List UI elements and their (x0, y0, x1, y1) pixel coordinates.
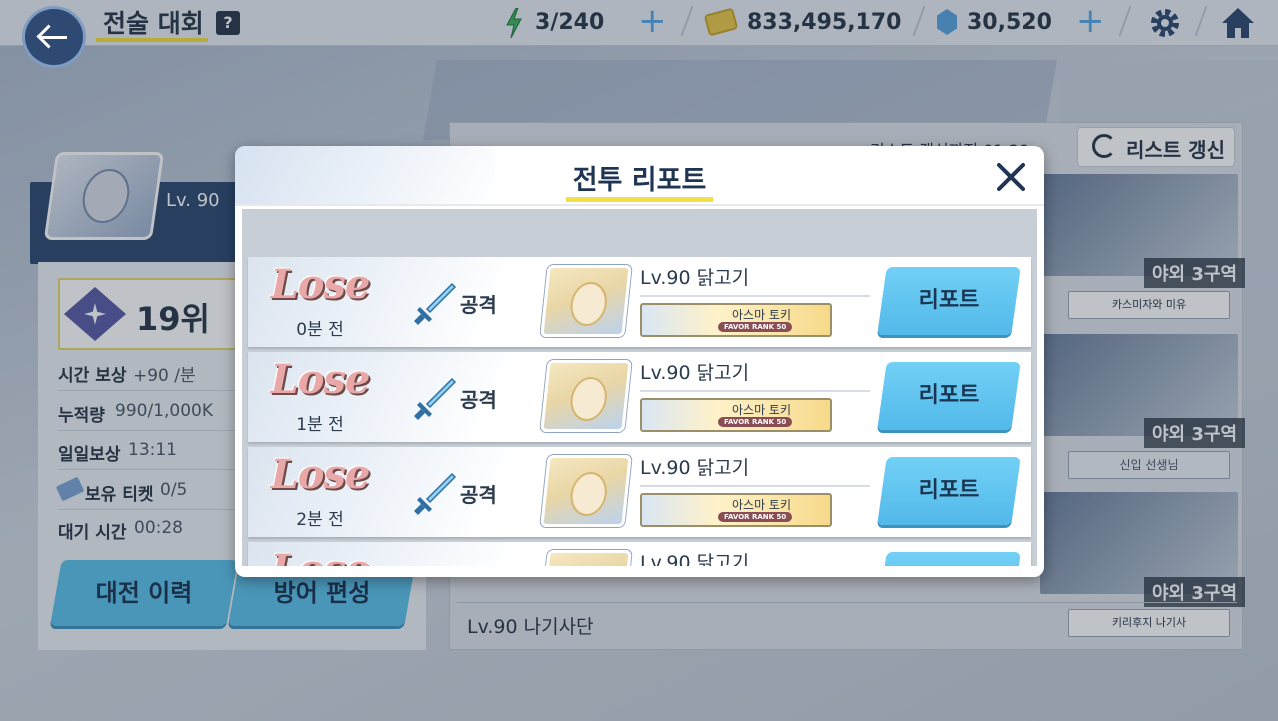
opponent-portrait (540, 550, 632, 566)
back-button[interactable] (22, 6, 86, 68)
report-button-label: 리포트 (918, 478, 980, 503)
battle-type: 공격 (460, 293, 497, 317)
title-underline (566, 197, 713, 202)
battle-type: 공격 (460, 388, 497, 412)
report-row: Lose Lv.90 닭고기 (248, 542, 1031, 566)
favor-rank: FAVOR RANK 50 (718, 512, 793, 522)
result-label: Lose (270, 356, 371, 403)
report-button[interactable]: 리포트 (877, 362, 1021, 430)
opponent-name: Lv.90 닭고기 (640, 552, 750, 566)
time-ago: 2분 전 (296, 510, 344, 530)
favor-rank: FAVOR RANK 50 (718, 417, 793, 427)
report-row: Lose 1분 전 공격 Lv.90 닭고기 아스마 토키 FAVOR RANK… (248, 352, 1031, 442)
report-button[interactable] (877, 552, 1021, 566)
battle-type: 공격 (460, 483, 497, 507)
sword-icon (414, 472, 457, 515)
report-button[interactable]: 리포트 (877, 457, 1021, 525)
sword-icon (414, 282, 457, 325)
result-label: Lose (270, 261, 371, 308)
opponent-portrait (540, 455, 632, 527)
result-label: Lose (270, 546, 371, 566)
result-label: Lose (270, 451, 371, 498)
opponent-portrait (540, 360, 632, 432)
divider (640, 485, 870, 487)
report-button-label: 리포트 (918, 288, 980, 313)
report-list[interactable]: Lose 0분 전 공격 Lv.90 닭고기 아스마 토키 FAVOR RANK… (242, 209, 1037, 566)
battle-report-modal: 전투 리포트 Lose 0분 전 공격 Lv.90 닭고기 아스마 토키 FAV… (235, 146, 1044, 577)
character-name: 아스마 토키 (732, 403, 792, 417)
opponent-name: Lv.90 닭고기 (640, 457, 750, 479)
sword-icon (414, 377, 457, 420)
character-badge: 아스마 토키 FAVOR RANK 50 (640, 493, 832, 527)
favor-rank: FAVOR RANK 50 (718, 322, 793, 332)
divider (640, 390, 870, 392)
close-icon[interactable] (993, 158, 1029, 194)
time-ago: 0분 전 (296, 320, 344, 340)
modal-title: 전투 리포트 (572, 165, 707, 196)
opponent-name: Lv.90 닭고기 (640, 267, 750, 289)
report-button-label: 리포트 (918, 383, 980, 408)
character-name: 아스마 토키 (732, 308, 792, 322)
report-row: Lose 2분 전 공격 Lv.90 닭고기 아스마 토키 FAVOR RANK… (248, 447, 1031, 537)
divider (235, 204, 1044, 206)
report-button[interactable]: 리포트 (877, 267, 1021, 335)
opponent-portrait (540, 265, 632, 337)
report-row: Lose 0분 전 공격 Lv.90 닭고기 아스마 토키 FAVOR RANK… (248, 257, 1031, 347)
divider (640, 295, 870, 297)
character-badge: 아스마 토키 FAVOR RANK 50 (640, 398, 832, 432)
time-ago: 1분 전 (296, 415, 344, 435)
character-name: 아스마 토키 (732, 498, 792, 512)
opponent-name: Lv.90 닭고기 (640, 362, 750, 384)
character-badge: 아스마 토키 FAVOR RANK 50 (640, 303, 832, 337)
